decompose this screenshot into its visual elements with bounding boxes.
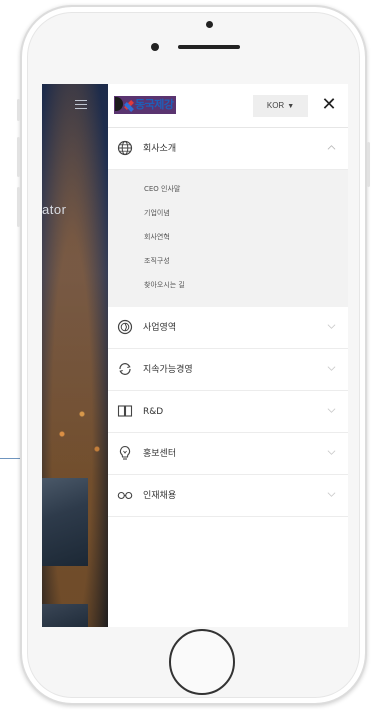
background-hero-text: ator	[42, 202, 67, 217]
chevron-up-icon	[327, 145, 336, 150]
chevron-down-icon	[327, 492, 336, 497]
side-menu-panel: 동국제강 KOR ▼ ✕ 회사소개 CEO 인사말 기업이념 회사연혁 조직구성…	[108, 84, 348, 627]
submenu-item-corporate-philosophy[interactable]: 기업이념	[144, 208, 170, 218]
volume-down-button	[17, 187, 20, 227]
submenu-item-ceo-greeting[interactable]: CEO 인사말	[144, 184, 180, 194]
menu-item-recruitment[interactable]: 인재채용	[108, 475, 348, 517]
glasses-icon	[117, 491, 133, 500]
lightbulb-icon	[119, 445, 131, 460]
menu-item-rnd[interactable]: R&D	[108, 391, 348, 433]
globe-icon	[117, 140, 133, 156]
submenu-item-directions[interactable]: 찾아오시는 길	[144, 280, 185, 290]
menu-header: 동국제강 KOR ▼ ✕	[108, 84, 348, 128]
menu-item-label: 홍보센터	[143, 449, 177, 459]
sensor-dot	[206, 21, 213, 28]
phone-screen: ator 동국제강 KOR ▼ ✕ 회사소개 CEO 인사말 기업이념 회사연혁…	[42, 84, 348, 627]
power-button	[367, 142, 370, 187]
caret-down-icon: ▼	[287, 103, 295, 110]
submenu-item-organization[interactable]: 조직구성	[144, 256, 170, 266]
menu-item-label: 회사소개	[143, 144, 177, 154]
menu-item-label: R&D	[143, 407, 164, 417]
menu-item-label: 지속가능경영	[143, 365, 193, 375]
menu-item-business[interactable]: 사업영역	[108, 307, 348, 349]
submenu-item-history[interactable]: 회사연혁	[144, 232, 170, 242]
mute-switch	[17, 99, 20, 121]
submenu-company: CEO 인사말 기업이념 회사연혁 조직구성 찾아오시는 길	[108, 170, 348, 307]
menu-item-pr-center[interactable]: 홍보센터	[108, 433, 348, 475]
logo-text: 동국제강	[134, 96, 177, 114]
chevron-down-icon	[327, 450, 336, 455]
close-button[interactable]: ✕	[320, 94, 338, 116]
volume-up-button	[17, 137, 20, 177]
menu-item-label: 사업영역	[143, 323, 177, 333]
chevron-down-icon	[327, 408, 336, 413]
chevron-down-icon	[327, 366, 336, 371]
language-value: KOR	[266, 101, 285, 110]
earpiece-speaker	[178, 45, 240, 49]
front-camera	[151, 43, 159, 51]
home-button[interactable]	[169, 629, 235, 695]
background-photo	[42, 604, 88, 627]
language-select[interactable]: KOR ▼	[253, 95, 308, 117]
dk-logo-mark	[114, 96, 134, 114]
hamburger-icon	[75, 100, 87, 112]
cycle-icon	[119, 363, 131, 375]
background-photo	[42, 478, 88, 566]
menu-item-sustainability[interactable]: 지속가능경영	[108, 349, 348, 391]
book-icon	[117, 405, 133, 417]
menu-item-label: 인재채용	[143, 491, 177, 501]
menu-item-company[interactable]: 회사소개	[108, 128, 348, 170]
business-area-icon	[117, 319, 133, 335]
company-logo[interactable]: 동국제강	[114, 96, 177, 114]
chevron-down-icon	[327, 324, 336, 329]
